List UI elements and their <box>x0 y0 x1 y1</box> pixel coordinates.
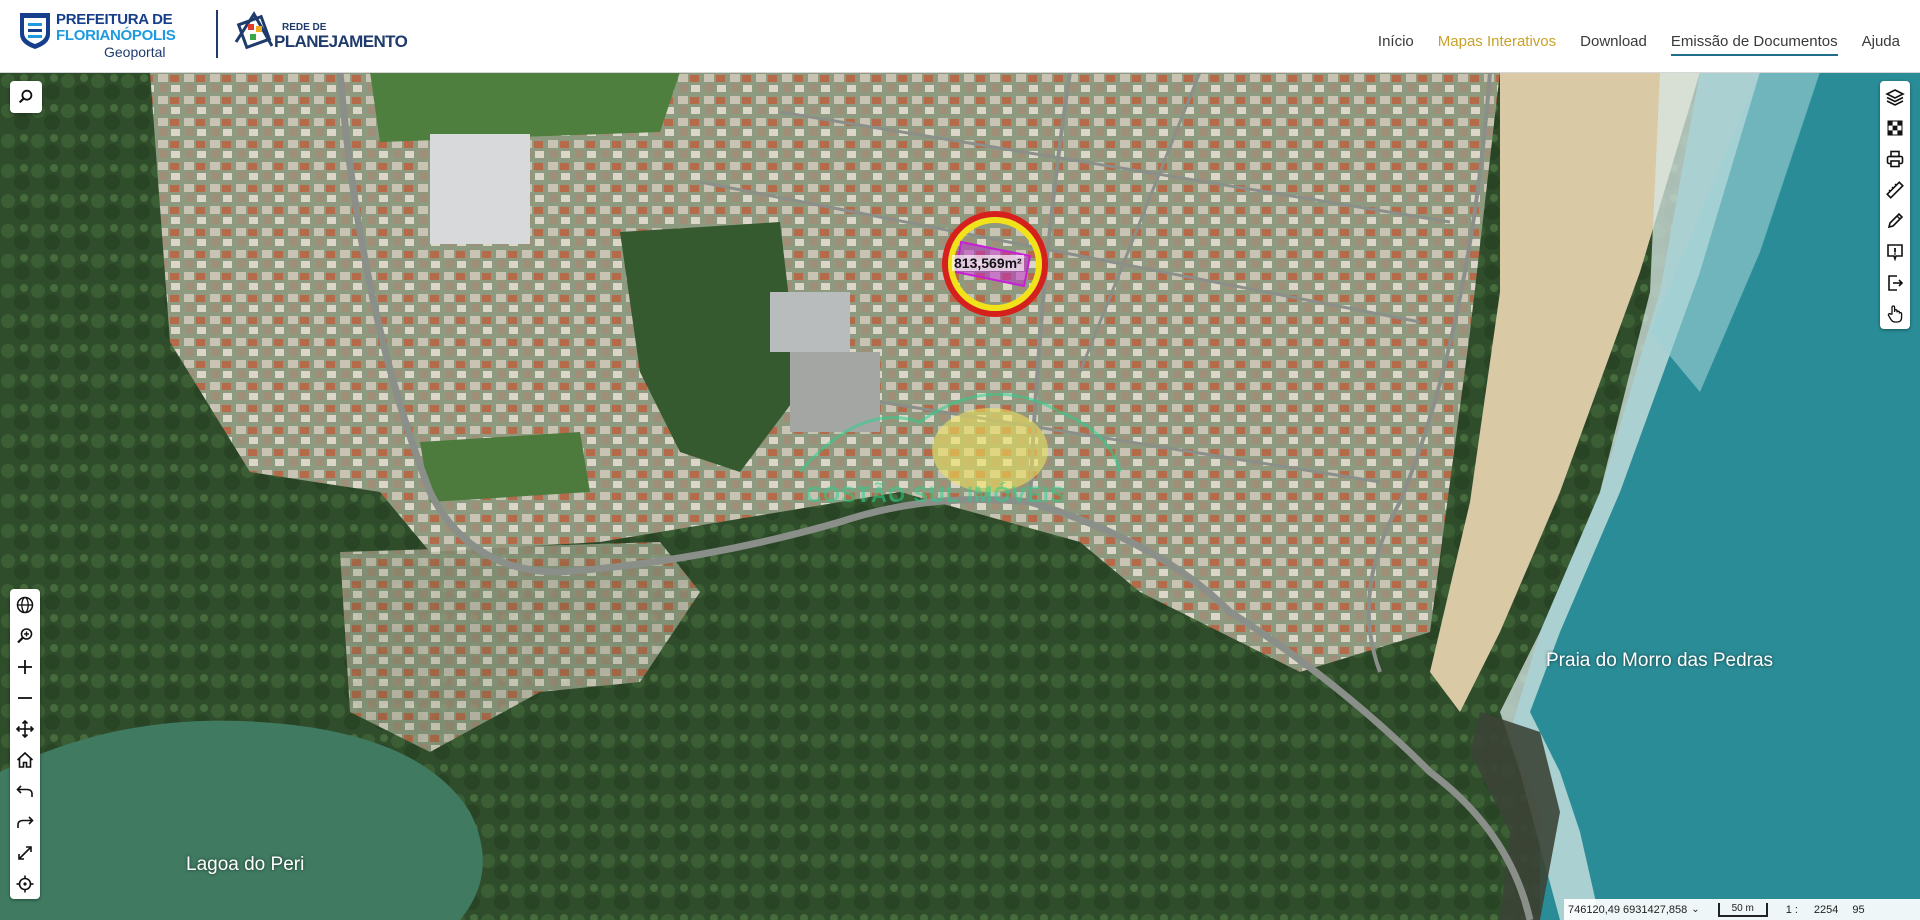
zoom-box-button[interactable] <box>10 620 40 651</box>
map-canvas[interactable]: 813,569m² COSTÃO SUL IMÓVEIS Lagoa do Pe… <box>0 72 1920 920</box>
rede-planejamento-logo[interactable]: REDE DE PLANEJAMENTO <box>232 8 422 62</box>
print-icon <box>1886 150 1904 167</box>
logo-rede-line2: PLANEJAMENTO <box>274 32 408 51</box>
info-button[interactable] <box>1880 236 1910 267</box>
undo-button[interactable] <box>10 775 40 806</box>
fullscreen-icon <box>18 845 32 860</box>
nav-ajuda[interactable]: Ajuda <box>1862 33 1900 56</box>
logo-prefeitura-line1: PREFEITURA DE <box>56 11 173 28</box>
logo-prefeitura-line2: FLORIANÓPOLIS <box>56 27 176 44</box>
layers-icon <box>1885 88 1905 106</box>
header: PREFEITURA DE FLORIANÓPOLIS Geoportal RE… <box>0 0 1920 73</box>
redo-button[interactable] <box>10 806 40 837</box>
scale-value[interactable]: 2254 <box>1814 904 1838 916</box>
search-icon <box>18 89 33 104</box>
chevron-down-icon[interactable]: ⌄ <box>1691 904 1699 915</box>
hand-pointer-icon <box>1887 304 1903 323</box>
pan-icon <box>15 719 35 738</box>
ruler-icon <box>1886 180 1904 199</box>
nav-download[interactable]: Download <box>1580 33 1647 56</box>
globe-icon <box>16 596 34 613</box>
prefeitura-logo[interactable]: PREFEITURA DE FLORIANÓPOLIS Geoportal <box>18 8 188 62</box>
pencil-icon <box>1887 212 1904 228</box>
layers-button[interactable] <box>1880 81 1910 112</box>
nav-mapas-interativos[interactable]: Mapas Interativos <box>1438 33 1556 56</box>
scale-ratio-label: 1 : <box>1785 903 1798 916</box>
nav-emissao-documentos[interactable]: Emissão de Documentos <box>1670 33 1838 56</box>
watermark-text: COSTÃO SUL IMÓVEIS <box>806 482 1066 507</box>
info-icon <box>1887 243 1903 262</box>
logo-geoportal-text: Geoportal <box>104 44 166 60</box>
parcel-area-label: 813,569m² <box>952 255 1024 271</box>
locate-button[interactable] <box>10 868 40 899</box>
undo-icon <box>16 784 33 797</box>
zoom-search-icon <box>17 627 33 643</box>
logo-divider <box>216 10 218 58</box>
nav-inicio[interactable]: Início <box>1378 33 1414 56</box>
place-label-lagoa: Lagoa do Peri <box>186 854 305 875</box>
redo-icon <box>17 815 34 828</box>
main-nav: Início Mapas Interativos Download Emissã… <box>1378 33 1900 56</box>
draw-button[interactable] <box>1880 205 1910 236</box>
locate-icon <box>16 875 34 892</box>
scale-extra-value: 95 <box>1852 903 1865 916</box>
shield-logo-icon <box>20 13 50 49</box>
basemap-button[interactable] <box>1880 112 1910 143</box>
zoom-out-button[interactable] <box>10 682 40 713</box>
map-status-bar: 746120,49 6931427,858 ⌄ 50 m 1 : 2254 95 <box>1564 899 1920 920</box>
export-icon <box>1888 274 1904 291</box>
right-toolbar <box>1880 81 1910 329</box>
fullscreen-button[interactable] <box>10 837 40 868</box>
home-button[interactable] <box>10 744 40 775</box>
place-label-praia: Praia do Morro das Pedras <box>1546 650 1774 671</box>
rede-planejamento-mark-icon <box>234 11 274 50</box>
map-search-button[interactable] <box>10 81 42 113</box>
home-icon <box>16 751 34 768</box>
zoom-out-icon <box>18 696 32 699</box>
measure-button[interactable] <box>1880 174 1910 205</box>
coordinates-readout: 746120,49 6931427,858 <box>1568 903 1688 916</box>
scale-bar: 50 m <box>1717 902 1768 917</box>
globe-button[interactable] <box>10 589 40 620</box>
pan-button[interactable] <box>10 713 40 744</box>
checkerboard-icon <box>1887 120 1903 135</box>
left-toolbar <box>10 589 40 899</box>
print-button[interactable] <box>1880 143 1910 174</box>
zoom-in-button[interactable] <box>10 651 40 682</box>
zoom-in-icon <box>18 659 32 674</box>
export-button[interactable] <box>1880 267 1910 298</box>
pan-hand-button[interactable] <box>1880 298 1910 329</box>
